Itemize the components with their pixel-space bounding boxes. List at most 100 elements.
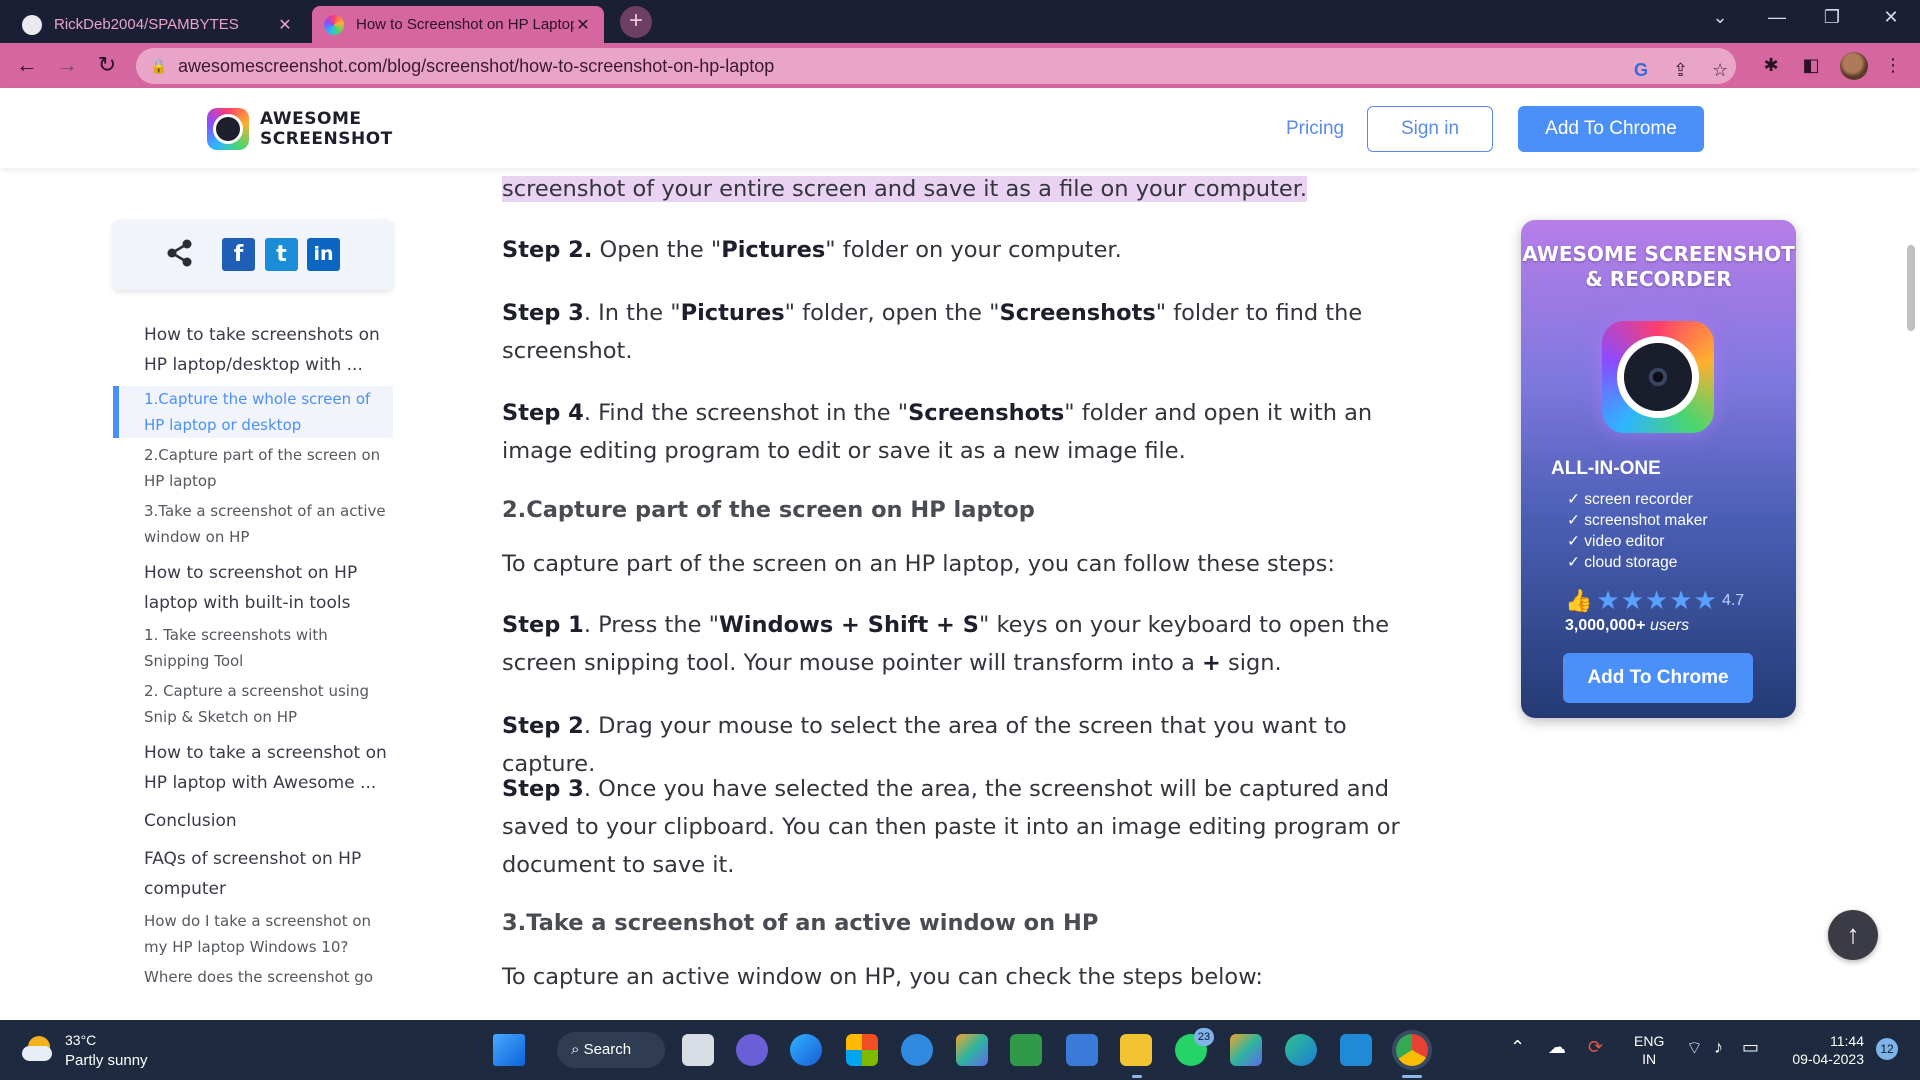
clock[interactable]: 11:44 09-04-2023 — [1784, 1032, 1864, 1068]
chrome-icon[interactable] — [1396, 1034, 1428, 1066]
toc-item[interactable]: Conclusion — [113, 806, 393, 836]
star-rating-icon: ★★★★★ — [1596, 585, 1718, 615]
whatsapp-badge: 23 — [1194, 1028, 1214, 1046]
battery-icon[interactable]: ▭ — [1742, 1037, 1759, 1058]
browser-tab-bar: RickDeb2004/SPAMBYTES ✕ How to Screensho… — [0, 0, 1920, 43]
volume-icon[interactable]: ♪ — [1714, 1037, 1723, 1058]
toc-item-active[interactable]: 1.Capture the whole screen of HP laptop … — [113, 386, 393, 438]
share-icon[interactable] — [163, 236, 197, 270]
microsoft-store-icon[interactable] — [846, 1034, 878, 1066]
reload-icon[interactable]: ↻ — [92, 51, 122, 81]
highlighted-text: screenshot of your entire screen and sav… — [502, 176, 1308, 202]
wifi-icon[interactable]: ⌔ — [1686, 1037, 1703, 1060]
toc-item[interactable]: How do I take a screenshot on my HP lapt… — [113, 908, 393, 960]
task-view-icon[interactable] — [682, 1034, 714, 1066]
tab-close-icon[interactable]: ✕ — [574, 15, 592, 35]
app-active-indicator — [1402, 1075, 1422, 1078]
promo-card: AWESOME SCREENSHOT & RECORDER ALL-IN-ONE… — [1521, 220, 1796, 718]
twitter-icon[interactable]: t — [265, 238, 298, 271]
weather-partly-sunny-icon[interactable] — [22, 1034, 56, 1064]
table-of-contents: How to take screenshots on HP laptop/des… — [113, 318, 393, 990]
awesome-screenshot-favicon-icon — [324, 14, 344, 35]
rating: 👍 ★★★★★ 4.7 — [1565, 585, 1744, 616]
toc-item[interactable]: How to screenshot on HP laptop with buil… — [113, 558, 393, 618]
toc-item[interactable]: How to take screenshots on HP laptop/des… — [113, 318, 393, 386]
section-heading: 2.Capture part of the screen on HP lapto… — [502, 497, 1035, 523]
toc-item[interactable]: 2.Capture part of the screen on HP lapto… — [113, 442, 393, 494]
linkedin-icon[interactable]: in — [307, 238, 340, 271]
teams-chat-icon[interactable] — [736, 1034, 768, 1066]
address-bar[interactable]: 🔒 awesomescreenshot.com/blog/screenshot/… — [136, 48, 1736, 84]
toc-item[interactable]: 2. Capture a screenshot using Snip & Ske… — [113, 678, 393, 730]
git-kraken-icon[interactable] — [956, 1034, 988, 1066]
page-scrollbar[interactable] — [1907, 245, 1915, 331]
restore-icon[interactable]: ❐ — [1817, 7, 1847, 28]
google-lens-icon[interactable]: G — [1634, 60, 1648, 81]
forward-icon[interactable]: → — [52, 51, 82, 81]
windows-taskbar: 33°C Partly sunny ⌕ Search 23 ⌃ ☁ ⟳ ENG … — [0, 1020, 1920, 1080]
url-text: awesomescreenshot.com/blog/screenshot/ho… — [178, 55, 775, 76]
awesome-screenshot-app-icon — [1602, 321, 1714, 433]
promo-title: AWESOME SCREENSHOT & RECORDER — [1522, 242, 1795, 291]
edge-icon[interactable] — [1285, 1034, 1317, 1066]
vscode-icon[interactable] — [1340, 1034, 1372, 1066]
get-help-icon[interactable] — [901, 1034, 933, 1066]
node-icon[interactable] — [1010, 1034, 1042, 1066]
pricing-link[interactable]: Pricing — [1286, 118, 1344, 140]
tab-close-icon[interactable]: ✕ — [276, 15, 294, 35]
github-icon — [22, 14, 42, 35]
app-running-indicator — [1132, 1075, 1142, 1078]
extensions-puzzle-icon[interactable]: ✱ — [1758, 52, 1784, 78]
section-heading: 3.Take a screenshot of an active window … — [502, 910, 1099, 936]
weather-condition[interactable]: Partly sunny — [65, 1052, 148, 1069]
start-windows-icon[interactable] — [493, 1034, 525, 1066]
tab-github[interactable]: RickDeb2004/SPAMBYTES ✕ — [10, 6, 306, 43]
toc-item[interactable]: Where does the screenshot go on HP lapto… — [113, 964, 393, 990]
temperature[interactable]: 33°C — [65, 1032, 96, 1048]
tray-overflow-chevron-icon[interactable]: ⌃ — [1510, 1037, 1525, 1058]
awesome-screenshot-logo-icon[interactable] — [207, 108, 249, 150]
tab-title: How to Screenshot on HP Laptop — [356, 16, 574, 33]
share-page-icon[interactable]: ⇪ — [1673, 60, 1688, 81]
language-indicator[interactable]: ENG IN — [1634, 1032, 1664, 1068]
profile-avatar[interactable] — [1840, 52, 1868, 80]
feature-item: ✓ screenshot maker — [1567, 512, 1708, 529]
paragraph: To capture an active window on HP, you c… — [502, 964, 1263, 990]
toc-item[interactable]: How to take a screenshot on HP laptop wi… — [113, 738, 393, 798]
facebook-icon[interactable]: f — [222, 238, 255, 271]
notification-count[interactable]: 12 — [1876, 1038, 1898, 1060]
tab-awesome-screenshot[interactable]: How to Screenshot on HP Laptop ✕ — [312, 6, 604, 43]
minimize-icon[interactable]: — — [1762, 7, 1792, 28]
user-count: 3,000,000+ users — [1565, 617, 1690, 634]
taskbar-search[interactable]: ⌕ Search — [557, 1032, 665, 1068]
paragraph: screenshot of your entire screen and sav… — [502, 170, 1412, 208]
back-icon[interactable]: ← — [12, 51, 42, 81]
add-to-chrome-button[interactable]: Add To Chrome — [1518, 106, 1704, 152]
promo-add-to-chrome-button[interactable]: Add To Chrome — [1563, 653, 1753, 703]
feature-item: ✓ screen recorder — [1567, 491, 1693, 508]
onedrive-cloud-icon[interactable]: ☁ — [1548, 1037, 1566, 1058]
side-panel-icon[interactable]: ◧ — [1798, 52, 1824, 78]
git-tool-icon[interactable] — [1230, 1034, 1262, 1066]
toc-item[interactable]: FAQs of screenshot on HP computer — [113, 844, 393, 904]
browser-toolbar: ← → ↻ 🔒 awesomescreenshot.com/blog/scree… — [0, 43, 1920, 88]
sync-icon[interactable]: ⟳ — [1588, 1037, 1603, 1058]
edge-dev-icon[interactable] — [790, 1034, 822, 1066]
thumbs-up-icon: 👍 — [1565, 587, 1593, 613]
toc-item[interactable]: 3.Take a screenshot of an active window … — [113, 498, 393, 550]
paragraph-step-3: Step 3. Once you have selected the area,… — [502, 776, 1400, 878]
site-logo-text[interactable]: AWESOME SCREENSHOT — [260, 109, 393, 149]
share-box: f t in — [113, 220, 393, 290]
tab-title: RickDeb2004/SPAMBYTES — [54, 16, 239, 33]
tab-search-chevron-icon[interactable]: ⌄ — [1705, 7, 1735, 28]
new-tab-button[interactable]: + — [620, 6, 652, 38]
feature-item: ✓ cloud storage — [1567, 554, 1678, 571]
chrome-menu-icon[interactable]: ⋮ — [1880, 52, 1906, 78]
scroll-to-top-button[interactable]: ↑ — [1828, 910, 1878, 960]
toc-item[interactable]: 1. Take screenshots with Snipping Tool — [113, 622, 393, 674]
close-window-icon[interactable]: ✕ — [1876, 7, 1906, 28]
mail-icon[interactable] — [1066, 1034, 1098, 1066]
bookmark-star-icon[interactable]: ☆ — [1712, 60, 1728, 81]
sign-in-button[interactable]: Sign in — [1367, 106, 1493, 152]
file-explorer-icon[interactable] — [1120, 1034, 1152, 1066]
